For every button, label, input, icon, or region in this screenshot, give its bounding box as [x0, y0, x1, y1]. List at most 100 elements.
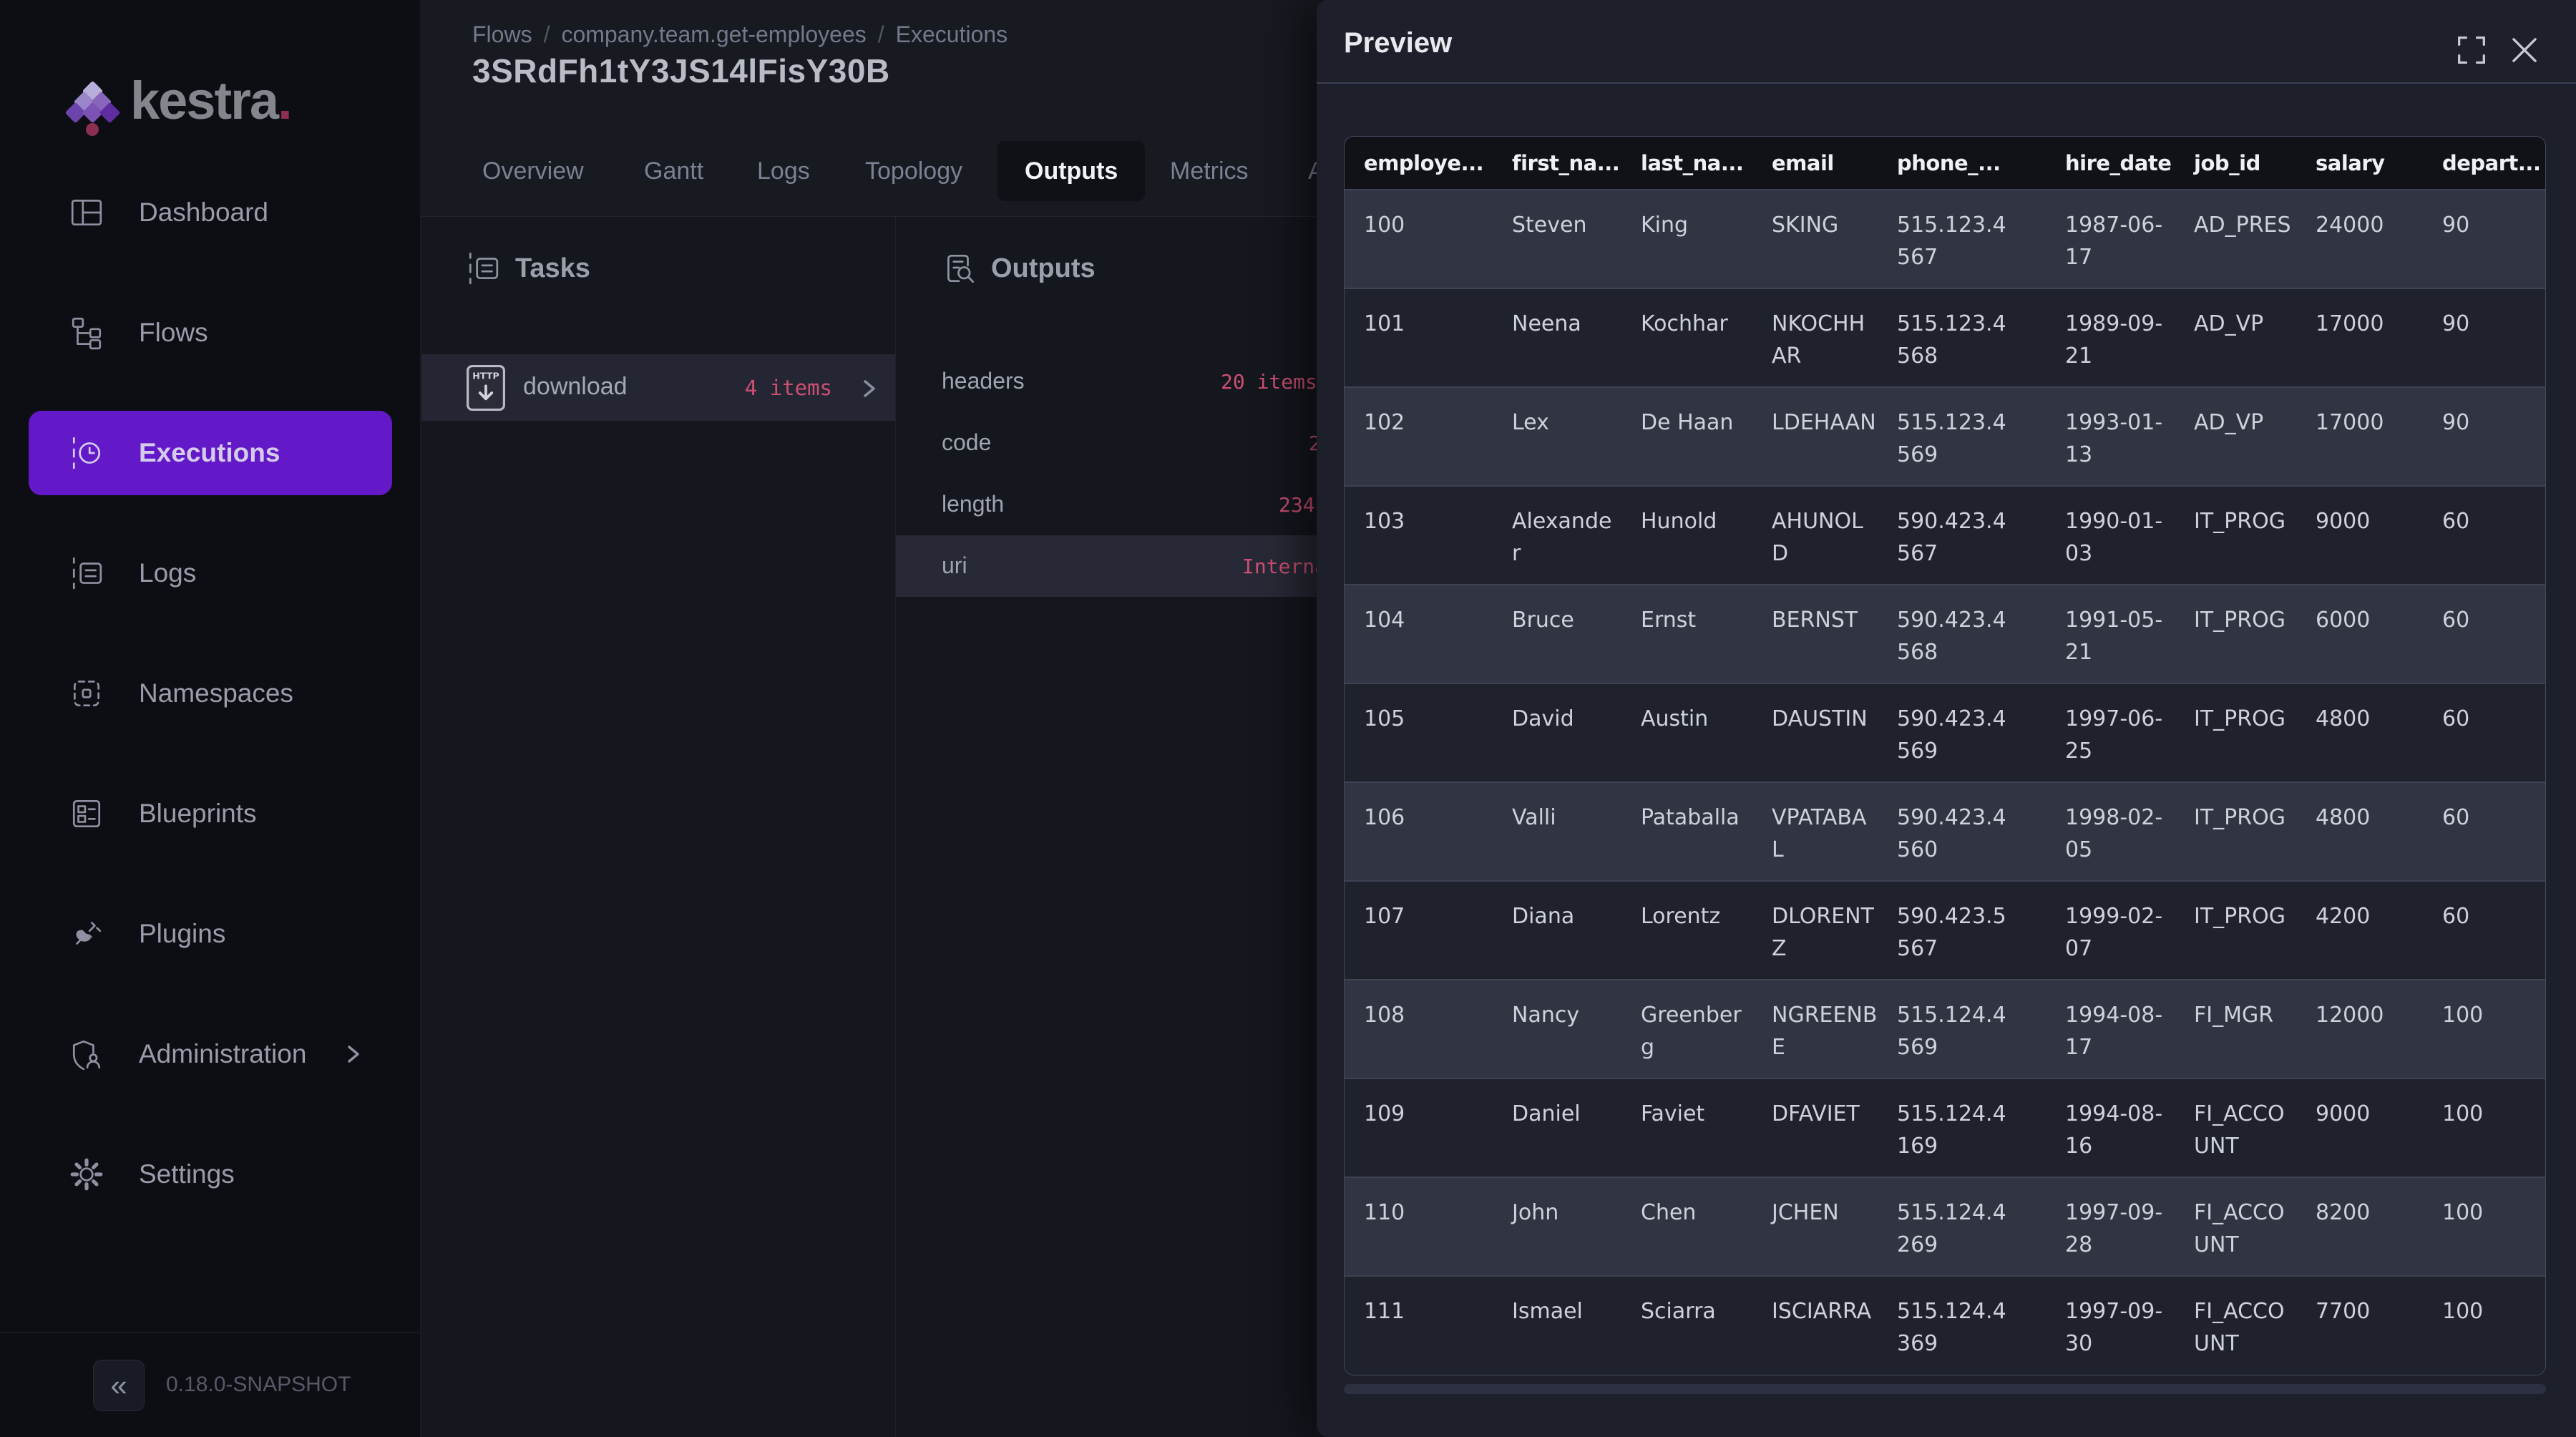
tab-metrics[interactable]: Metrics: [1170, 141, 1249, 201]
sidebar-item-executions[interactable]: Executions: [29, 411, 392, 495]
sidebar-item-dashboard[interactable]: Dashboard: [29, 170, 392, 255]
cell-salary: 4200: [2296, 881, 2423, 980]
cell-salary: 24000: [2296, 190, 2423, 288]
cell-hire-date: 1987-06-17: [2046, 190, 2175, 288]
http-download-file-icon: HTTP: [466, 364, 506, 411]
cell-job-id: IT_PROG: [2175, 683, 2296, 782]
sidebar-item-plugins[interactable]: Plugins: [29, 892, 392, 976]
cell-employee-id: 107: [1345, 881, 1493, 980]
output-value: 20 items: [1221, 370, 1317, 394]
settings-gear-icon: [69, 1156, 104, 1192]
output-row-uri[interactable]: uri Internal li: [896, 535, 1325, 597]
cell-employee-id: 103: [1345, 486, 1493, 585]
cell-phone: 515.124.4369: [1878, 1276, 2046, 1375]
breadcrumb-item-flows[interactable]: Flows: [472, 21, 532, 47]
cell-email: JCHEN: [1752, 1177, 1878, 1276]
output-row-code[interactable]: code 2: [896, 412, 1325, 474]
cell-last-name: Greenberg: [1621, 980, 1752, 1078]
cell-department: 90: [2423, 387, 2545, 486]
cell-department: 90: [2423, 288, 2545, 387]
table-row[interactable]: 104 Bruce Ernst BERNST 590.423.4568 1991…: [1345, 585, 2545, 683]
tab-gantt[interactable]: Gantt: [644, 141, 703, 201]
column-header[interactable]: job_id: [2175, 137, 2296, 190]
sidebar-item-settings[interactable]: Settings: [29, 1132, 392, 1217]
task-items-count-badge: 4 items: [745, 376, 832, 400]
cell-hire-date: 1993-01-13: [2046, 387, 2175, 486]
column-header[interactable]: depart...: [2423, 137, 2545, 190]
cell-employee-id: 109: [1345, 1078, 1493, 1177]
breadcrumb-item-namespace-flow[interactable]: company.team.get-employees: [561, 21, 866, 47]
cell-salary: 4800: [2296, 683, 2423, 782]
breadcrumb-item-executions[interactable]: Executions: [896, 21, 1008, 47]
tab-overview[interactable]: Overview: [482, 141, 584, 201]
cell-department: 60: [2423, 683, 2545, 782]
tab-topology[interactable]: Topology: [865, 141, 962, 201]
table-row[interactable]: 102 Lex De Haan LDEHAAN 515.123.4569 199…: [1345, 387, 2545, 486]
breadcrumb: Flows/company.team.get-employees/Executi…: [472, 21, 1008, 48]
cell-last-name: Chen: [1621, 1177, 1752, 1276]
cell-phone: 515.124.4569: [1878, 980, 2046, 1078]
plugins-icon: [69, 916, 104, 952]
cell-employee-id: 100: [1345, 190, 1493, 288]
column-header[interactable]: last_na...: [1621, 137, 1752, 190]
table-row[interactable]: 108 Nancy Greenberg NGREENBE 515.124.456…: [1345, 980, 2545, 1078]
cell-email: BERNST: [1752, 585, 1878, 683]
cell-job-id: IT_PROG: [2175, 782, 2296, 881]
cell-phone: 590.423.4568: [1878, 585, 2046, 683]
column-header[interactable]: first_na...: [1493, 137, 1621, 190]
outputs-file-search-icon: [941, 250, 977, 286]
column-header[interactable]: employe...: [1345, 137, 1493, 190]
column-header[interactable]: hire_date: [2046, 137, 2175, 190]
table-row[interactable]: 110 John Chen JCHEN 515.124.4269 1997-09…: [1345, 1177, 2545, 1276]
output-row-headers[interactable]: headers 20 items: [896, 351, 1325, 412]
horizontal-scrollbar[interactable]: [1344, 1384, 2546, 1394]
output-row-length[interactable]: length 234: [896, 474, 1325, 535]
cell-email: SKING: [1752, 190, 1878, 288]
cell-email: NKOCHHAR: [1752, 288, 1878, 387]
sidebar-item-blueprints[interactable]: Blueprints: [29, 771, 392, 856]
kestra-logo[interactable]: kestra.: [59, 64, 388, 143]
cell-phone: 515.124.4269: [1878, 1177, 2046, 1276]
table-row[interactable]: 106 Valli Pataballa VPATABAL 590.423.456…: [1345, 782, 2545, 881]
cell-first-name: Diana: [1493, 881, 1621, 980]
cell-salary: 9000: [2296, 486, 2423, 585]
table-row[interactable]: 109 Daniel Faviet DFAVIET 515.124.4169 1…: [1345, 1078, 2545, 1177]
table-row[interactable]: 100 Steven King SKING 515.123.4567 1987-…: [1345, 190, 2545, 288]
table-row[interactable]: 105 David Austin DAUSTIN 590.423.4569 19…: [1345, 683, 2545, 782]
cell-first-name: Daniel: [1493, 1078, 1621, 1177]
close-icon[interactable]: [2506, 31, 2543, 69]
cell-hire-date: 1997-06-25: [2046, 683, 2175, 782]
sidebar-item-namespaces[interactable]: Namespaces: [29, 651, 392, 736]
cell-department: 100: [2423, 980, 2545, 1078]
table-row[interactable]: 103 Alexander Hunold AHUNOLD 590.423.456…: [1345, 486, 2545, 585]
tab-logs[interactable]: Logs: [757, 141, 810, 201]
cell-last-name: Sciarra: [1621, 1276, 1752, 1375]
namespaces-icon: [69, 676, 104, 711]
output-value: 234: [1279, 493, 1315, 517]
column-header[interactable]: phone_...: [1878, 137, 2046, 190]
column-header[interactable]: email: [1752, 137, 1878, 190]
cell-hire-date: 1989-09-21: [2046, 288, 2175, 387]
sidebar-item-flows[interactable]: Flows: [29, 291, 392, 375]
tab-outputs[interactable]: Outputs: [997, 141, 1145, 201]
table-row[interactable]: 111 Ismael Sciarra ISCIARRA 515.124.4369…: [1345, 1276, 2545, 1375]
task-row-download[interactable]: HTTP download 4 items: [421, 354, 895, 421]
cell-department: 100: [2423, 1177, 2545, 1276]
cell-salary: 9000: [2296, 1078, 2423, 1177]
column-header[interactable]: salary: [2296, 137, 2423, 190]
cell-last-name: De Haan: [1621, 387, 1752, 486]
table-row[interactable]: 101 Neena Kochhar NKOCHHAR 515.123.4568 …: [1345, 288, 2545, 387]
cell-email: ISCIARRA: [1752, 1276, 1878, 1375]
version-label: 0.18.0-SNAPSHOT: [166, 1373, 351, 1397]
chevron-right-icon[interactable]: [859, 374, 879, 403]
cell-first-name: Valli: [1493, 782, 1621, 881]
execution-id-title: 3SRdFh1tY3JS14lFisY30B: [472, 52, 890, 90]
sidebar-collapse-button[interactable]: «: [93, 1360, 145, 1411]
sidebar-item-administration[interactable]: Administration: [29, 1012, 392, 1096]
drawer-header-divider: [1317, 82, 2576, 84]
table-row[interactable]: 107 Diana Lorentz DLORENTZ 590.423.5567 …: [1345, 881, 2545, 980]
cell-last-name: Kochhar: [1621, 288, 1752, 387]
cell-department: 100: [2423, 1276, 2545, 1375]
fullscreen-icon[interactable]: [2453, 31, 2490, 69]
sidebar-item-logs[interactable]: Logs: [29, 531, 392, 615]
